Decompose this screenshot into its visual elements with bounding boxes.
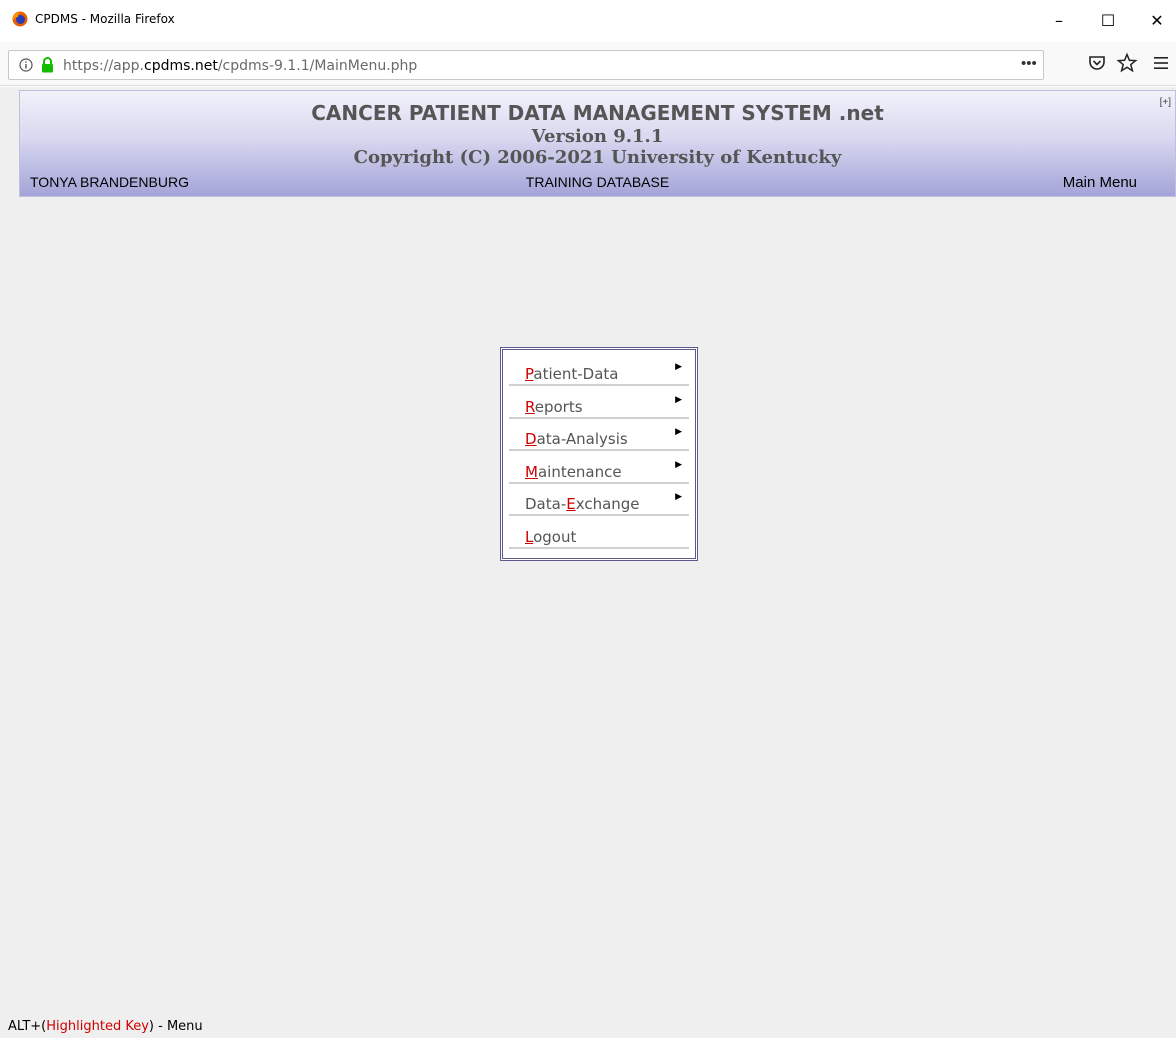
expand-toggle[interactable]: [+] (1160, 97, 1171, 108)
menu-item-patient-data[interactable]: Patient-Data ▶ (509, 356, 689, 386)
menu-hotkey: R (525, 397, 535, 416)
nav-toolbar: https://app.cpdms.net/cpdms-9.1.1/MainMe… (0, 42, 1176, 86)
firefox-icon (12, 11, 28, 27)
menu-hotkey: E (566, 495, 576, 513)
menu-label-post: ogout (533, 527, 577, 546)
menu-hotkey: D (525, 430, 537, 448)
info-icon[interactable] (19, 58, 33, 72)
menu-item-reports[interactable]: Reports ▶ (509, 388, 689, 419)
submenu-arrow-icon: ▶ (675, 394, 682, 405)
submenu-arrow-icon: ▶ (675, 362, 682, 372)
maximize-button[interactable]: ☐ (1085, 0, 1131, 40)
menu-label-post: xchange (575, 495, 640, 513)
star-icon[interactable] (1116, 52, 1138, 74)
submenu-arrow-icon: ▶ (675, 492, 682, 502)
menu-label-post: aintenance (537, 462, 622, 481)
menu-item-logout[interactable]: Logout (509, 518, 689, 549)
main-menu: Patient-Data ▶ Reports ▶ Data-Analysis ▶… (500, 347, 698, 561)
browser-window: CPDMS - Mozilla Firefox – ☐ ✕ https://ap… (0, 0, 1176, 1038)
app-version: Version 9.1.1 (531, 126, 664, 147)
database-name: TRAINING DATABASE (525, 174, 670, 190)
lock-icon[interactable] (41, 57, 54, 73)
menu-hotkey: M (525, 462, 538, 481)
url-prefix: https://app. (63, 58, 144, 74)
maximize-icon: ☐ (1100, 10, 1116, 30)
page-location: Main Menu (1062, 174, 1137, 191)
menu-label-post: ata-Analysis (536, 430, 628, 448)
menu-label-post: atient-Data (533, 365, 619, 383)
hint-highlight: Highlighted Key (46, 1019, 149, 1034)
url-bar[interactable]: https://app.cpdms.net/cpdms-9.1.1/MainMe… (8, 50, 1044, 80)
app-title: CANCER PATIENT DATA MANAGEMENT SYSTEM .n… (311, 101, 884, 125)
hint-prefix: ALT+( (8, 1019, 47, 1034)
page-content: CANCER PATIENT DATA MANAGEMENT SYSTEM .n… (0, 87, 1176, 1038)
submenu-arrow-icon: ▶ (675, 459, 682, 470)
app-copyright: Copyright (C) 2006-2021 University of Ke… (353, 147, 842, 168)
menu-item-maintenance[interactable]: Maintenance ▶ (509, 453, 689, 484)
hint-suffix: ) - Menu (148, 1019, 203, 1034)
title-bar: CPDMS - Mozilla Firefox – ☐ ✕ (0, 0, 1176, 42)
hamburger-menu-icon[interactable] (1150, 52, 1172, 74)
close-icon: ✕ (1150, 10, 1164, 30)
menu-label-pre: Data- (525, 495, 567, 513)
minimize-icon: – (1055, 10, 1063, 30)
more-icon[interactable]: ••• (1021, 55, 1037, 72)
submenu-arrow-icon: ▶ (675, 427, 682, 437)
pocket-icon[interactable] (1086, 52, 1108, 74)
menu-hotkey: L (525, 527, 534, 546)
url-domain: cpdms.net (144, 58, 218, 74)
url-text[interactable]: https://app.cpdms.net/cpdms-9.1.1/MainMe… (63, 58, 417, 74)
menu-item-data-exchange[interactable]: Data-Exchange ▶ (509, 486, 689, 516)
close-button[interactable]: ✕ (1134, 0, 1176, 40)
url-path: /cpdms-9.1.1/MainMenu.php (217, 58, 418, 74)
menu-label-post: eports (534, 397, 583, 416)
app-header: CANCER PATIENT DATA MANAGEMENT SYSTEM .n… (19, 90, 1176, 197)
minimize-button[interactable]: – (1036, 0, 1082, 40)
window-title: CPDMS - Mozilla Firefox (35, 12, 175, 26)
keyboard-hint: ALT+(Highlighted Key) - Menu (8, 1019, 203, 1034)
menu-item-data-analysis[interactable]: Data-Analysis ▶ (509, 421, 689, 451)
